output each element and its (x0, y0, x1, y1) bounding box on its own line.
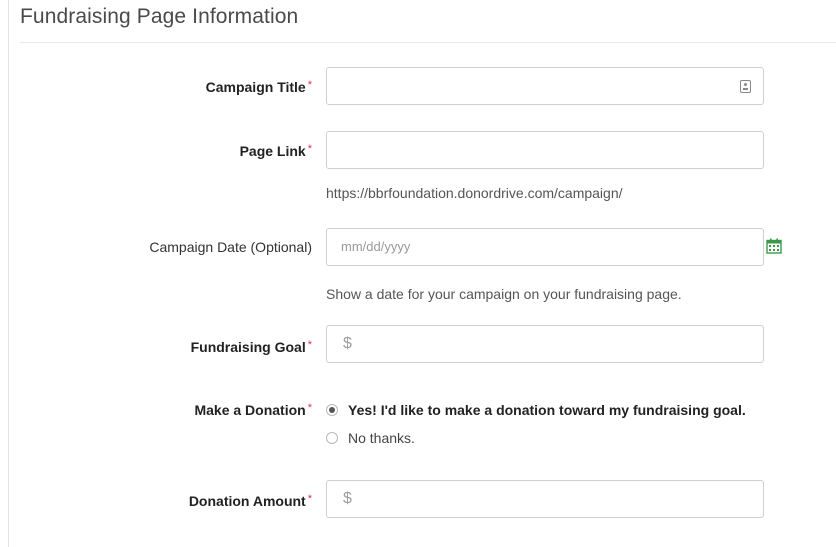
donation-option-yes-label[interactable]: Yes! I'd like to make a donation toward … (348, 402, 746, 418)
currency-prefix: $ (343, 335, 352, 352)
donation-option-yes[interactable]: Yes! I'd like to make a donation toward … (326, 400, 746, 420)
campaign-title-label: Campaign Title * (205, 79, 312, 95)
required-marker: * (307, 143, 312, 155)
page-link-url-prefix: https://bbrfoundation.donordrive.com/cam… (326, 185, 623, 201)
required-marker: * (307, 493, 312, 505)
campaign-date-input[interactable]: mm/dd/yyyy (326, 228, 764, 266)
donation-amount-label: Donation Amount * (188, 493, 312, 509)
fundraising-goal-input[interactable]: $ (326, 325, 764, 363)
calendar-icon[interactable] (766, 238, 782, 254)
title-divider (20, 42, 836, 43)
required-marker: * (307, 79, 312, 91)
donation-option-no-label[interactable]: No thanks. (348, 430, 415, 446)
donation-option-no[interactable]: No thanks. (326, 428, 415, 448)
page-link-input[interactable] (326, 131, 764, 169)
campaign-date-help: Show a date for your campaign on your fu… (326, 286, 682, 302)
contact-card-icon (740, 80, 751, 93)
make-donation-label: Make a Donation * (194, 402, 312, 418)
radio-no[interactable] (326, 432, 338, 444)
donation-amount-input[interactable]: $ (326, 480, 764, 518)
section-title: Fundraising Page Information (20, 5, 299, 28)
radio-yes[interactable] (326, 404, 338, 416)
required-marker: * (307, 339, 312, 351)
page-link-label: Page Link * (239, 143, 312, 159)
fundraising-goal-label: Fundraising Goal * (190, 339, 312, 355)
required-marker: * (307, 402, 312, 414)
currency-prefix: $ (343, 490, 352, 507)
campaign-title-input[interactable] (326, 67, 764, 105)
campaign-date-label: Campaign Date (Optional) (149, 239, 312, 255)
